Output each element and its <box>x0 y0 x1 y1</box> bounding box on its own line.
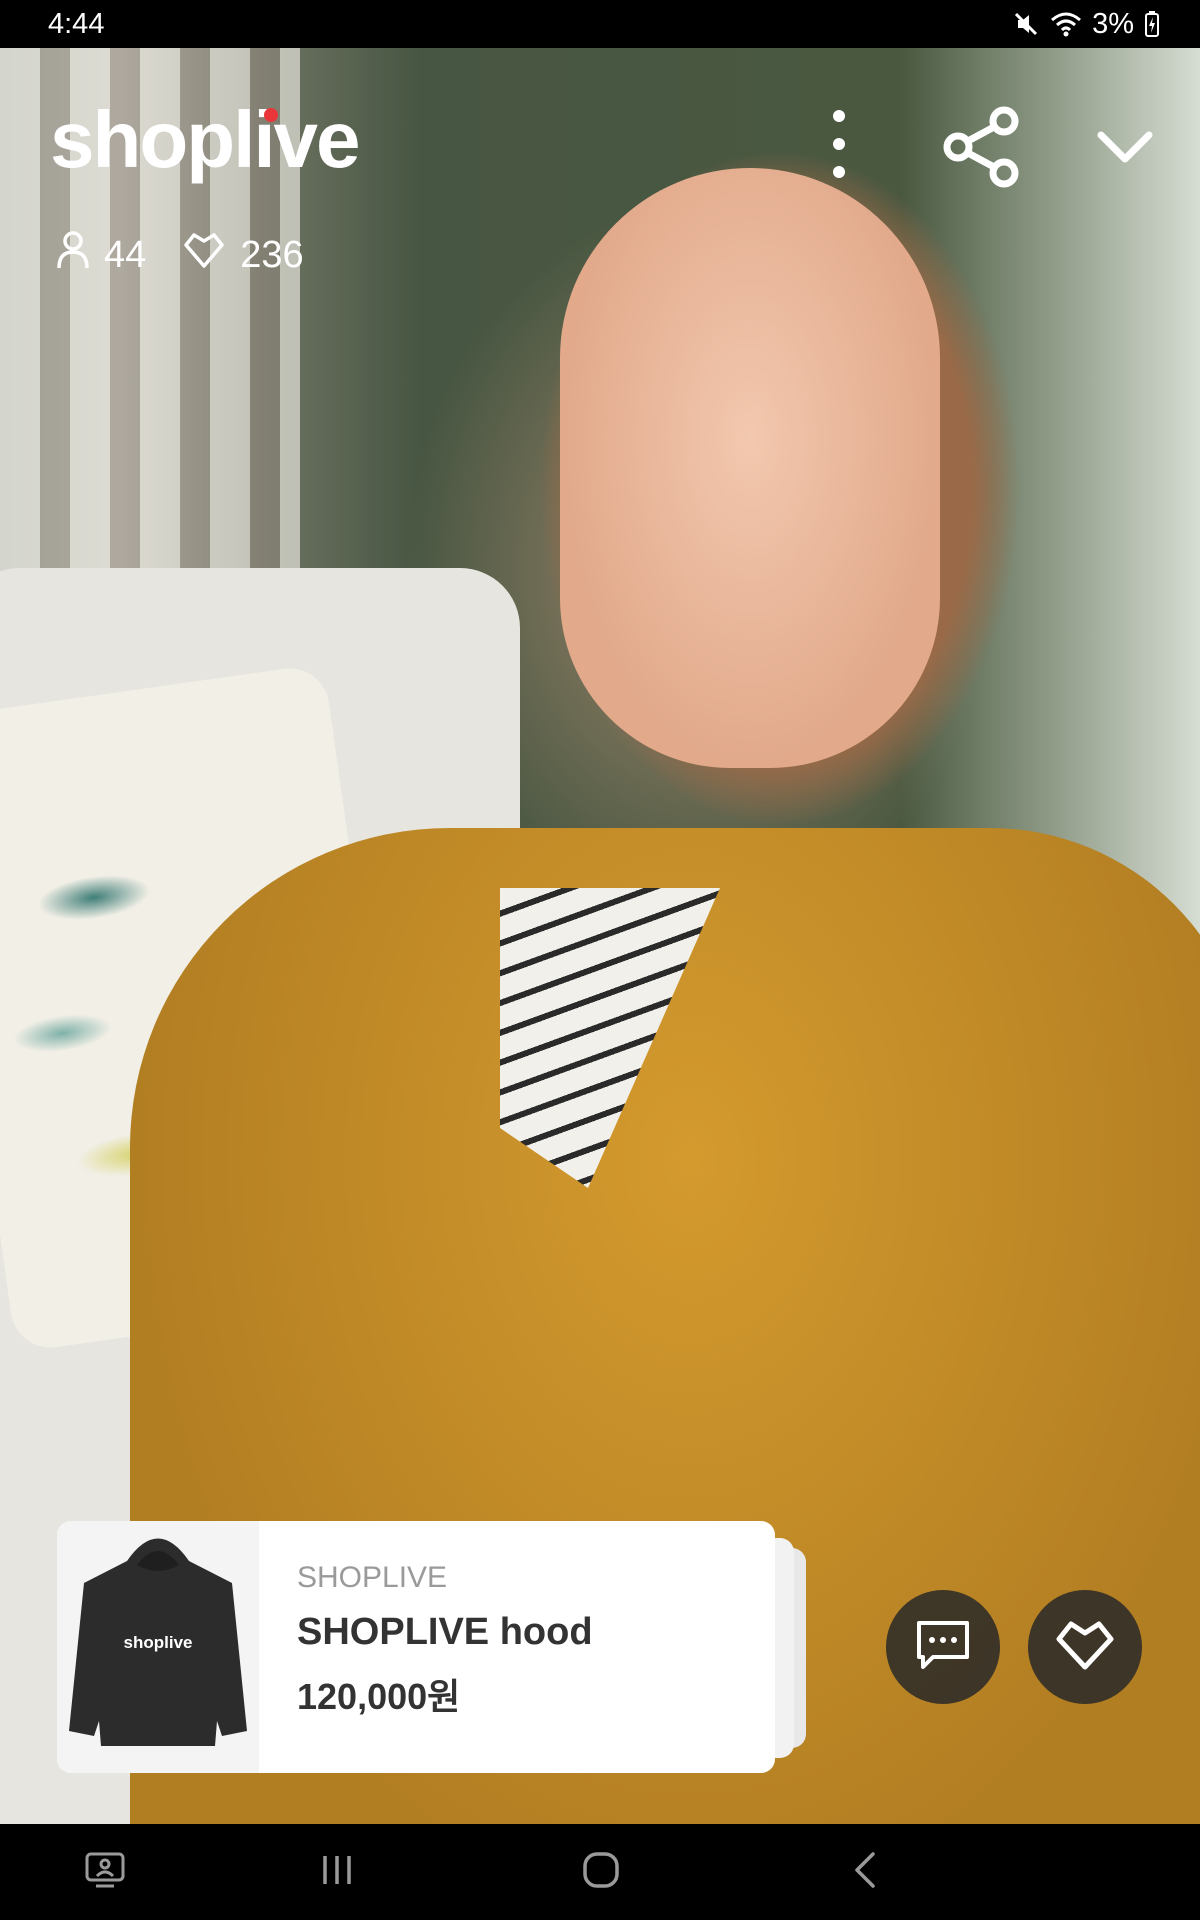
recent-apps-icon <box>319 1852 355 1893</box>
screenshot-icon <box>84 1851 126 1894</box>
like-button[interactable] <box>1028 1590 1142 1704</box>
likes-count: 236 <box>240 233 304 276</box>
screenshot-button[interactable] <box>60 1824 150 1920</box>
chevron-down-icon <box>1097 131 1153 170</box>
video-host-face <box>560 168 940 768</box>
share-button[interactable] <box>936 104 1026 194</box>
viewers-count: 44 <box>104 233 147 276</box>
status-icons: 3% <box>1012 8 1160 41</box>
more-vertical-icon <box>829 106 849 187</box>
live-stats: 44 236 <box>56 230 340 280</box>
status-time: 4:44 <box>48 7 105 40</box>
chat-button[interactable] <box>886 1590 1000 1704</box>
chat-icon <box>915 1619 971 1676</box>
heart-icon <box>1053 1619 1117 1676</box>
system-nav-bar <box>0 1824 1200 1920</box>
mute-icon <box>1012 10 1040 38</box>
person-icon <box>56 230 90 280</box>
product-brand: SHOPLIVE <box>297 1561 448 1594</box>
more-button[interactable] <box>812 106 866 186</box>
share-icon <box>940 105 1022 194</box>
product-card[interactable]: shoplive SHOPLIVE SHOPLIVE hood 120,000원 <box>57 1521 775 1773</box>
product-card-stack <box>774 1538 794 1758</box>
product-price: 120,000원 <box>297 1676 461 1717</box>
product-title: SHOPLIVE hood <box>297 1611 593 1653</box>
back-button[interactable] <box>820 1824 910 1920</box>
likes-stat: 236 <box>182 231 304 279</box>
home-button[interactable] <box>556 1824 646 1920</box>
battery-percent: 3% <box>1092 7 1134 40</box>
thumbnail-hood-logo: shoplive <box>123 1633 193 1652</box>
logo-accent-dot <box>264 108 278 122</box>
viewers-stat: 44 <box>56 230 146 280</box>
home-icon <box>581 1850 621 1895</box>
back-icon <box>851 1850 879 1895</box>
battery-charging-icon <box>1144 10 1160 38</box>
wifi-icon <box>1050 10 1082 38</box>
heart-outline-icon <box>182 231 226 279</box>
product-thumbnail: shoplive <box>57 1521 259 1773</box>
shoplive-logo: shoplive <box>50 95 361 184</box>
status-bar: 4:44 3% <box>0 0 1200 48</box>
minimize-button[interactable] <box>1090 120 1160 180</box>
recent-apps-button[interactable] <box>292 1824 382 1920</box>
product-info: SHOPLIVE SHOPLIVE hood 120,000원 <box>259 1521 593 1773</box>
